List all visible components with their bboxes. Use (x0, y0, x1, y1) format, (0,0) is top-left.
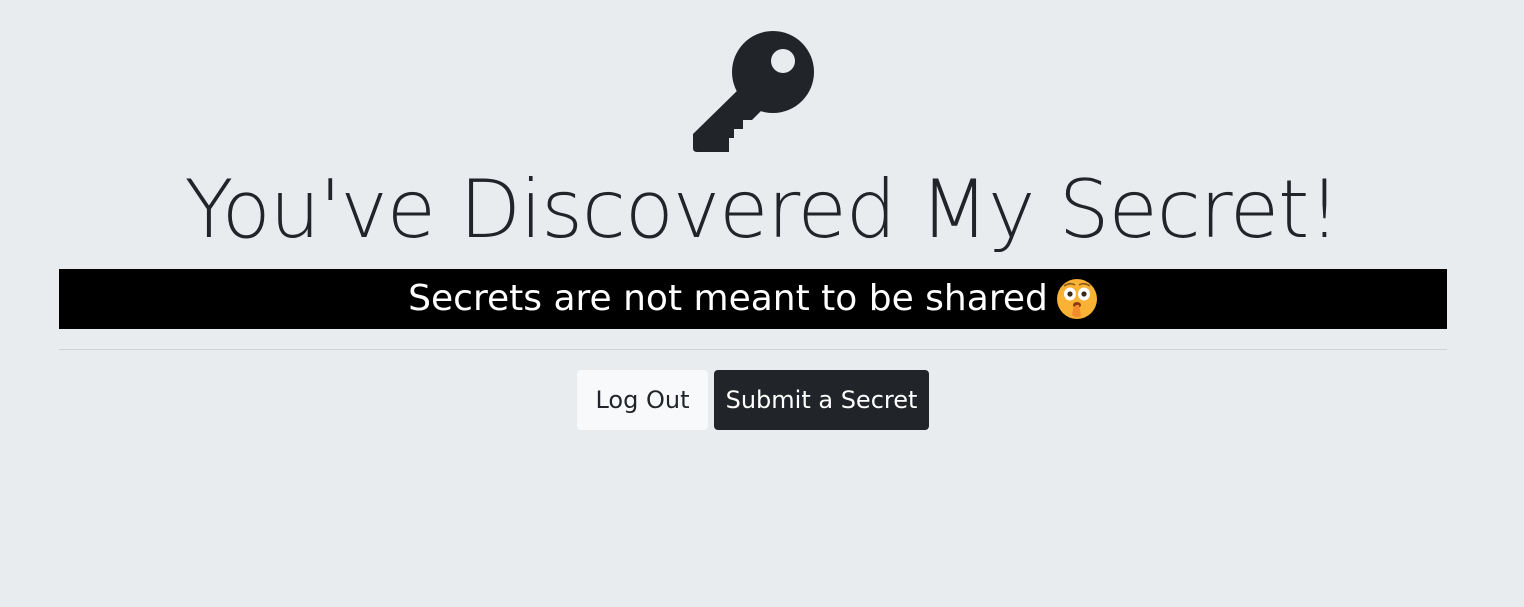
log-out-button[interactable]: Log Out (577, 370, 708, 430)
submit-secret-button[interactable]: Submit a Secret (714, 370, 929, 430)
page-title: You've Discovered My Secret! (184, 163, 1340, 256)
key-icon (692, 30, 814, 152)
shushing-face-icon (1056, 278, 1098, 320)
secret-banner: Secrets are not meant to be shared (59, 269, 1447, 329)
banner-text: Secrets are not meant to be shared (408, 278, 1048, 319)
divider (59, 349, 1447, 350)
